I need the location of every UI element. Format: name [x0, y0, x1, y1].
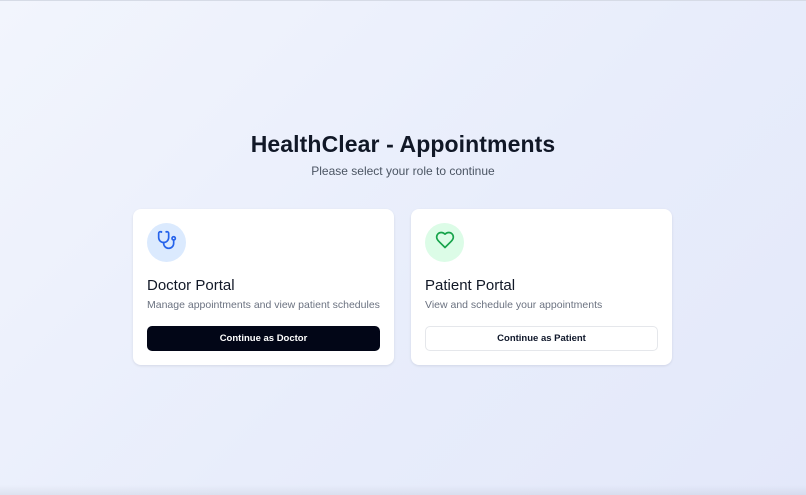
doctor-portal-description: Manage appointments and view patient sch… [147, 299, 380, 311]
patient-icon-badge [425, 223, 464, 262]
continue-as-patient-button[interactable]: Continue as Patient [425, 326, 658, 351]
window-bottom-edge [0, 485, 806, 495]
patient-portal-description: View and schedule your appointments [425, 299, 603, 311]
heart-icon [435, 230, 455, 255]
doctor-icon-badge [147, 223, 186, 262]
page-title: HealthClear - Appointments [250, 131, 556, 157]
continue-as-doctor-button[interactable]: Continue as Doctor [147, 326, 380, 351]
doctor-portal-title: Doctor Portal [147, 277, 235, 294]
patient-portal-card: Patient Portal View and schedule your ap… [411, 209, 672, 365]
patient-portal-title: Patient Portal [425, 277, 516, 294]
page-subtitle: Please select your role to continue [311, 164, 495, 178]
stethoscope-icon [157, 230, 177, 255]
doctor-portal-card: Doctor Portal Manage appointments and vi… [133, 209, 394, 365]
